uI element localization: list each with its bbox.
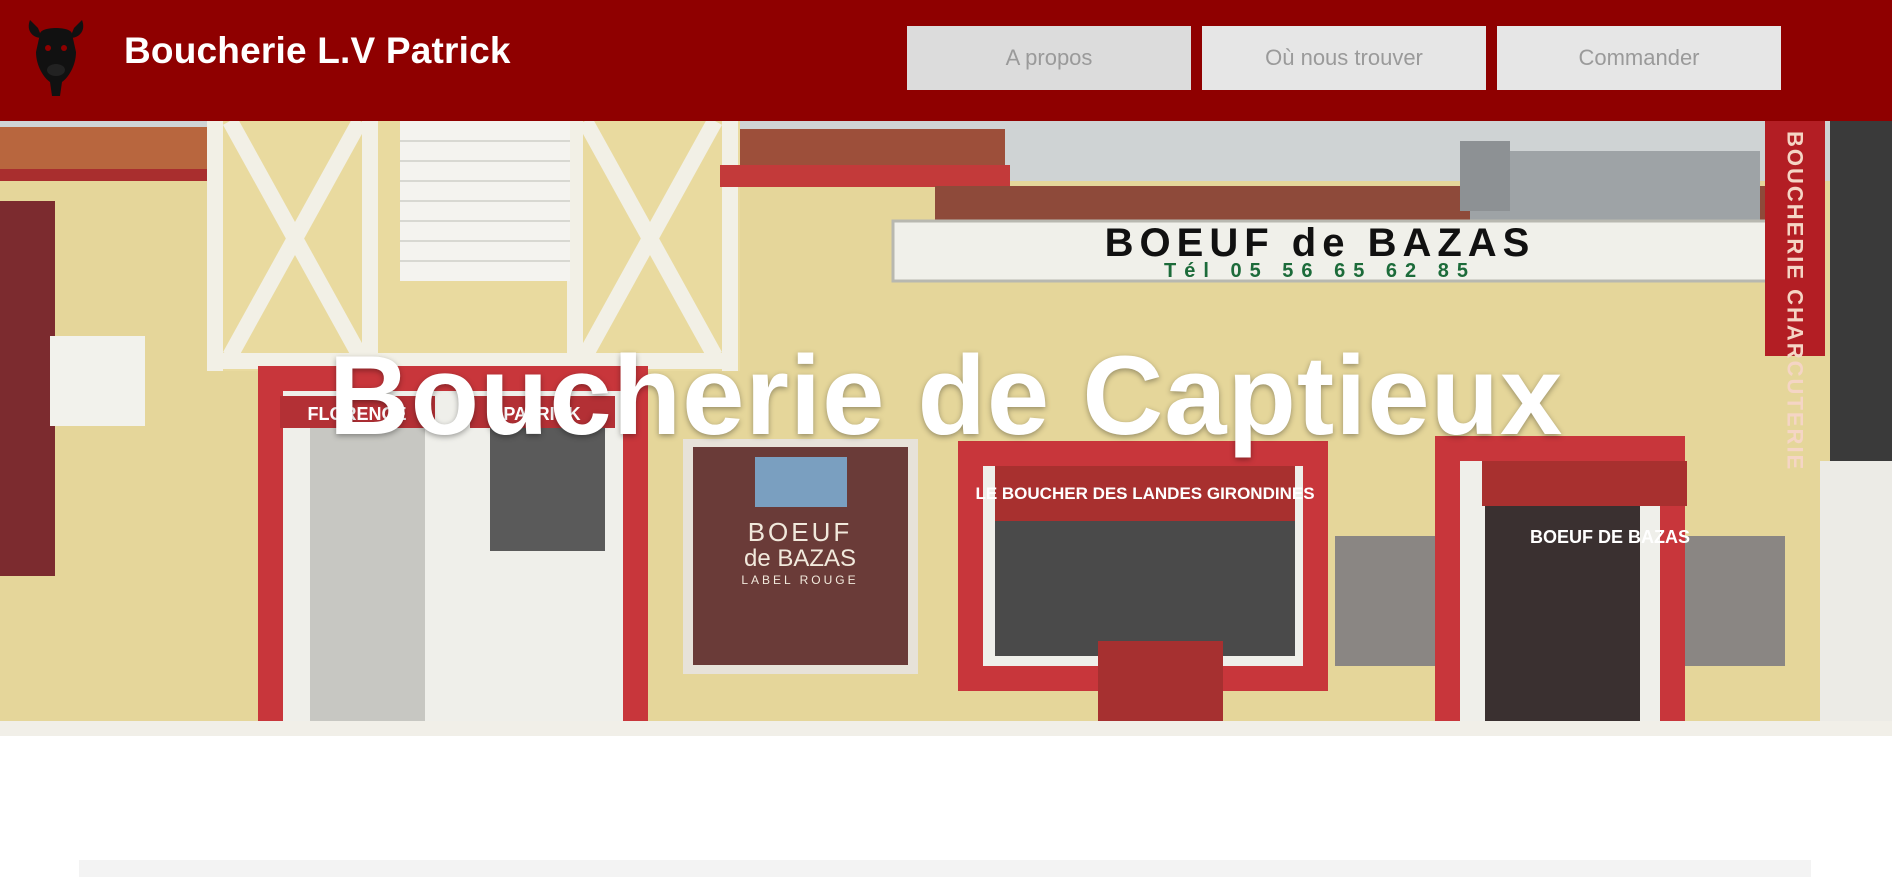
nav-a-propos-button[interactable]: A propos xyxy=(907,26,1191,90)
sign-main-text: BOEUF de BAZAS xyxy=(1105,221,1536,265)
content-section xyxy=(79,860,1811,877)
nav-ou-nous-trouver-button[interactable]: Où nous trouver xyxy=(1202,26,1486,90)
plaque-middle-text: de BAZAS xyxy=(744,545,856,572)
awning-right-text: BOEUF DE BAZAS xyxy=(1530,527,1690,547)
awning-shop-text: LE BOUCHER DES LANDES GIRONDINES xyxy=(975,484,1314,503)
sign-phone-text: Tél 05 56 65 62 85 xyxy=(1164,260,1476,282)
plaque-top-text: BOEUF xyxy=(748,517,853,547)
site-title: Boucherie L.V Patrick xyxy=(124,30,511,71)
site-header: Boucherie L.V Patrick A propos Où nous t… xyxy=(0,0,1892,121)
hero-title: Boucherie de Captieux xyxy=(328,333,1564,458)
hero-banner: BOEUF de BAZAS Tél 05 56 65 62 85 BOUCHE… xyxy=(0,121,1892,736)
bull-head-icon[interactable] xyxy=(22,8,90,98)
plaque-bottom-text: LABEL ROUGE xyxy=(741,573,858,587)
nav-commander-button[interactable]: Commander xyxy=(1497,26,1781,90)
